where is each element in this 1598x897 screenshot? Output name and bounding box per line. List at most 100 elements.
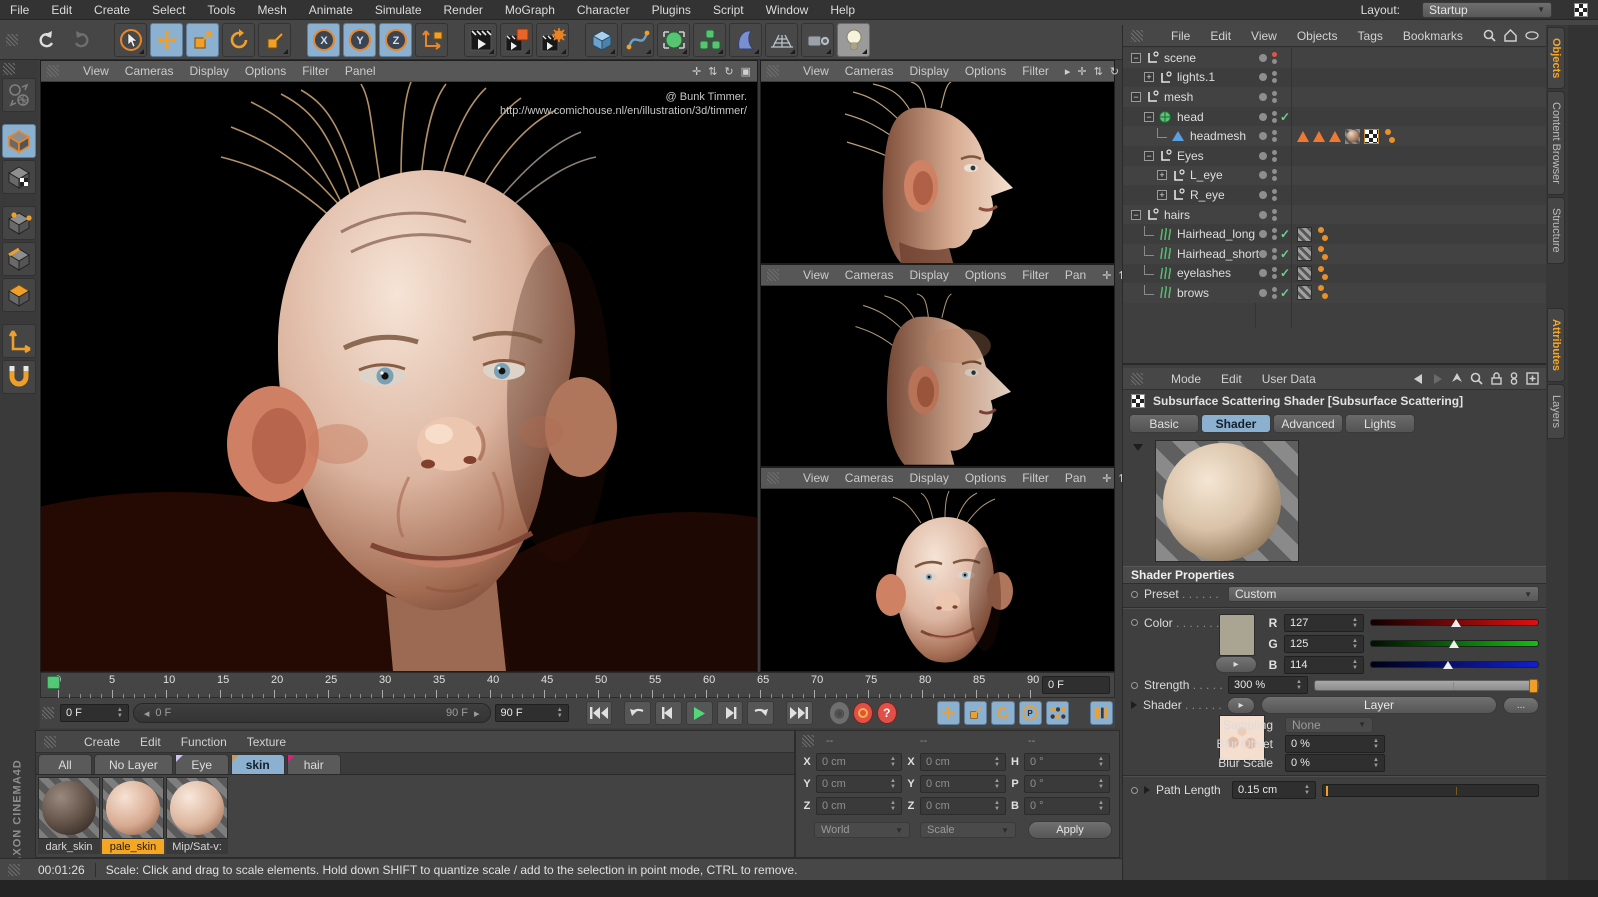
search-icon[interactable]: [1483, 29, 1496, 42]
vp-menu-pan[interactable]: Pan: [1065, 268, 1086, 282]
editor-visibility-dot[interactable]: [1272, 208, 1277, 214]
tab-lights[interactable]: Lights: [1345, 414, 1415, 433]
keyframe-selection-record-button[interactable]: ?: [876, 702, 897, 724]
material-tag-icon[interactable]: [1345, 128, 1360, 144]
viewport-perspective-canvas[interactable]: @ Bunk Timmer. http://www.comichouse.nl/e…: [41, 82, 757, 671]
scale-tool-button[interactable]: [186, 22, 219, 57]
layer-dot[interactable]: [1259, 92, 1267, 101]
blur-offset-field[interactable]: 0 % ▲ ▼: [1285, 734, 1385, 753]
tree-row-hairhead-short[interactable]: Hairhead_short ✓: [1123, 243, 1547, 264]
editor-visibility-dot[interactable]: [1272, 51, 1277, 57]
expand-icon[interactable]: +: [1157, 189, 1167, 200]
shader-preview[interactable]: [1155, 440, 1299, 562]
range-end-field[interactable]: 90 F ▲ ▼: [494, 704, 569, 722]
edges-mode-button[interactable]: [2, 242, 36, 276]
b-field[interactable]: 114 ▲ ▼: [1284, 655, 1364, 674]
add-environment-button[interactable]: [765, 22, 798, 57]
add-light-button[interactable]: [837, 22, 870, 57]
vp-menu-panel[interactable]: Panel: [345, 64, 376, 78]
viewport-front[interactable]: View Cameras Display Options Filter Pan …: [760, 467, 1161, 672]
range-start-field[interactable]: 0 F ▲ ▼: [60, 704, 129, 722]
render-visibility-dot[interactable]: [1272, 215, 1277, 221]
layer-dot[interactable]: [1259, 269, 1267, 278]
model-mode-button[interactable]: [2, 124, 36, 158]
dolly-icon[interactable]: ⇅: [1094, 65, 1103, 78]
material-grip[interactable]: [44, 735, 56, 748]
prev-key-button[interactable]: [624, 701, 651, 725]
enabled-check-icon[interactable]: ✓: [1278, 244, 1292, 264]
up-icon[interactable]: [1452, 373, 1462, 384]
position-x-field[interactable]: 0 cm ▲ ▼: [816, 753, 902, 771]
expand-icon[interactable]: +: [1157, 170, 1167, 181]
g-field[interactable]: 125 ▲ ▼: [1284, 634, 1364, 653]
render-visibility-dot[interactable]: [1272, 195, 1277, 201]
vp-menu-cameras[interactable]: Cameras: [845, 64, 894, 78]
vp-menu-pan[interactable]: Pan: [1065, 471, 1086, 485]
vp-menu-filter[interactable]: Filter: [302, 64, 329, 78]
render-visibility-dot[interactable]: [1272, 235, 1277, 241]
selection-tag-icon[interactable]: [1313, 130, 1325, 142]
enable-snap-button[interactable]: [2, 360, 36, 394]
tree-row-hairhead-long[interactable]: Hairhead_long ✓: [1123, 224, 1547, 244]
tree-row-head[interactable]: − head ✓: [1123, 106, 1547, 127]
expand-arrow-icon[interactable]: [1131, 701, 1137, 709]
vp-menu-view[interactable]: View: [803, 471, 829, 485]
render-visibility-dot[interactable]: [1272, 156, 1277, 162]
hair-material-tag-icon[interactable]: [1297, 246, 1312, 262]
viewport-grip[interactable]: [767, 269, 779, 281]
enabled-check-icon[interactable]: ✓: [1278, 107, 1292, 127]
om-menu-tags[interactable]: Tags: [1358, 29, 1383, 43]
layer-tab-all[interactable]: All: [38, 754, 92, 774]
undo-button[interactable]: [29, 23, 62, 57]
render-view-button[interactable]: [464, 22, 497, 57]
strength-field[interactable]: 300 % ▲ ▼: [1228, 676, 1308, 694]
path-length-field[interactable]: 0.15 cm ▲ ▼: [1232, 781, 1316, 799]
mode-toolbar-grip[interactable]: [3, 63, 15, 75]
scale-x-field[interactable]: 0 cm ▲ ▼: [920, 753, 1006, 771]
selection-tag-icon[interactable]: [1329, 130, 1341, 142]
z-axis-lock-button[interactable]: Z: [379, 22, 412, 57]
overflow-icon[interactable]: ▸: [1065, 65, 1071, 78]
render-visibility-dot[interactable]: [1272, 137, 1277, 143]
timeline[interactable]: 051015202530354045505560657075808590 0 F: [40, 672, 1115, 698]
editor-visibility-dot[interactable]: [1272, 188, 1277, 194]
scale-z-field[interactable]: 0 cm ▲ ▼: [920, 797, 1006, 815]
next-key-button[interactable]: [747, 701, 775, 725]
vp-menu-view[interactable]: View: [83, 64, 109, 78]
path-length-slider[interactable]: [1322, 783, 1539, 797]
menu-animate[interactable]: Animate: [309, 3, 353, 17]
editor-visibility-dot[interactable]: [1272, 286, 1277, 292]
vp-menu-view[interactable]: View: [803, 64, 829, 78]
record-button[interactable]: ◉: [829, 702, 850, 724]
render-settings-button[interactable]: [536, 22, 569, 57]
layer-dot[interactable]: [1259, 151, 1267, 160]
vp-menu-options[interactable]: Options: [245, 64, 286, 78]
tree-row-leye[interactable]: + L_eye: [1123, 165, 1547, 186]
y-axis-lock-button[interactable]: Y: [343, 22, 376, 57]
vp-menu-cameras[interactable]: Cameras: [845, 471, 894, 485]
transport-grip[interactable]: [42, 707, 54, 719]
color-expand-button[interactable]: ▸: [1215, 656, 1257, 673]
uvw-tag-icon[interactable]: [1364, 128, 1379, 144]
keyframe-toggle-icon[interactable]: [1131, 681, 1138, 689]
menu-simulate[interactable]: Simulate: [375, 3, 422, 17]
tab-advanced[interactable]: Advanced: [1273, 414, 1343, 433]
attr-menu-mode[interactable]: Mode: [1171, 372, 1201, 386]
add-generator-button[interactable]: [657, 22, 690, 57]
enable-axis-button[interactable]: [2, 324, 36, 358]
layer-tab-nolayer[interactable]: No Layer: [94, 754, 173, 774]
attr-grip[interactable]: [1131, 372, 1143, 385]
r-field[interactable]: 127 ▲ ▼: [1284, 613, 1364, 632]
vp-menu-options[interactable]: Options: [965, 268, 1006, 282]
layer-dot[interactable]: [1259, 288, 1267, 297]
scale-y-field[interactable]: 0 cm ▲ ▼: [920, 775, 1006, 793]
layer-tab-skin[interactable]: skin: [230, 754, 285, 774]
prev-frame-button[interactable]: [654, 701, 682, 725]
vp-menu-view[interactable]: View: [803, 268, 829, 282]
b-slider[interactable]: [1370, 661, 1539, 669]
preview-range-slider[interactable]: ◂ 0 F 90 F ▸: [132, 703, 491, 723]
current-frame-field[interactable]: 0 F: [1042, 676, 1110, 694]
editor-visibility-dot[interactable]: [1272, 149, 1277, 155]
timeline-ruler[interactable]: 051015202530354045505560657075808590: [41, 673, 1041, 699]
editor-visibility-dot[interactable]: [1272, 228, 1277, 234]
